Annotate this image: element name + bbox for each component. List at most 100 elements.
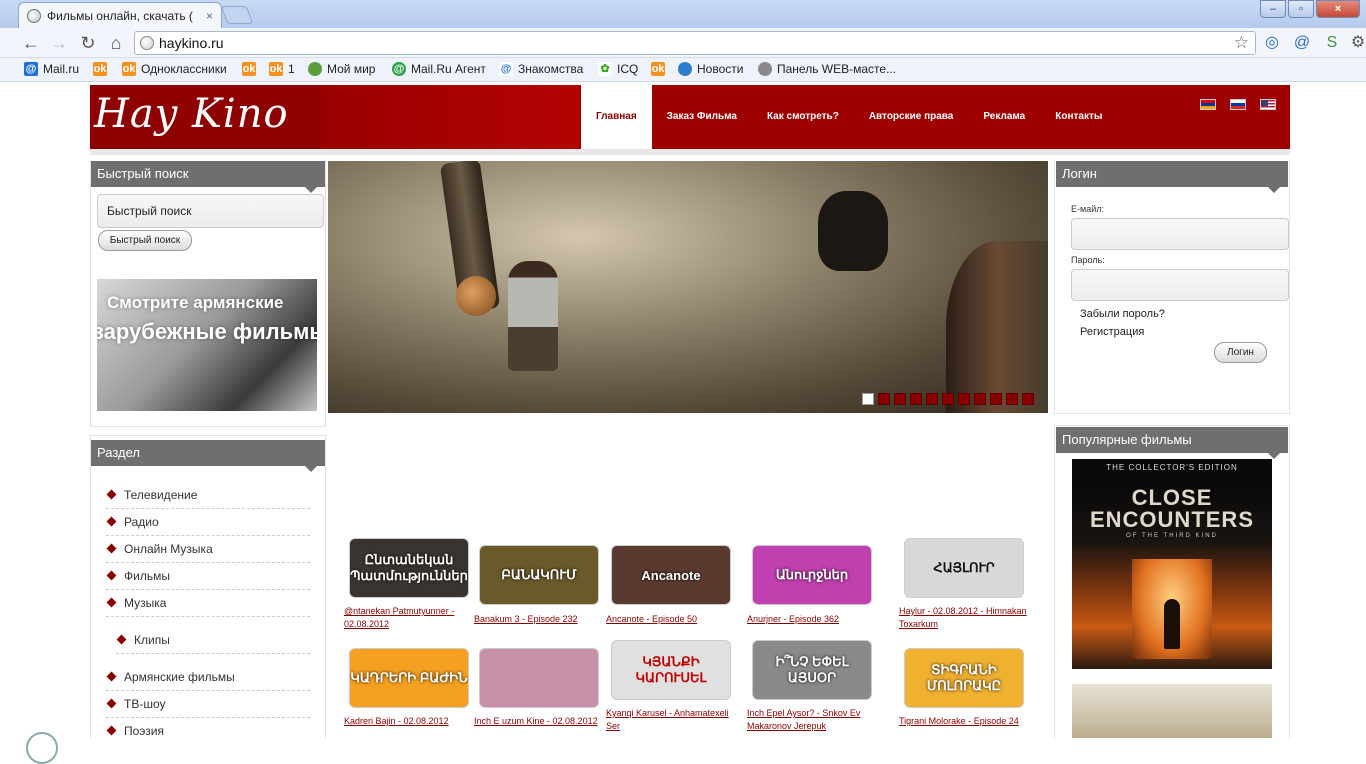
section-item-poetry[interactable]: Поэзия [106,718,310,738]
thumbnail[interactable]: Ընտանեկան Պատմություններ [349,538,469,598]
nav-how-to-watch[interactable]: Как смотреть? [752,85,854,149]
bookmark-odnoklassniki-2[interactable]: ok Одноклассники [122,62,227,76]
tab-close-icon[interactable]: × [206,9,213,23]
email-label: E-майл: [1071,204,1104,214]
english-flag-icon[interactable] [1260,99,1276,110]
password-field[interactable] [1071,269,1289,301]
register-link[interactable]: Регистрация [1080,326,1144,338]
promo-banner[interactable]: Смотрите армянские зарубежные фильмы [97,279,317,411]
thumbnail-caption[interactable]: Kadreri Bajin - 02.08.2012 [344,715,479,728]
section-item-films[interactable]: Фильмы [106,563,310,590]
back-icon[interactable]: ← [20,32,42,54]
nav-advertising[interactable]: Реклама [968,85,1040,149]
bookmark-odnoklassniki-4[interactable]: ok 1 [269,62,295,76]
bookmark-label: Панель WEB-масте... [777,62,897,76]
thumbnail[interactable]: Անուրջներ [752,545,872,605]
site-logo[interactable]: Hay Kino [94,91,289,137]
popular-title: Популярные фильмы [1056,427,1288,459]
slider-image-detail [946,241,1048,413]
slider-dot[interactable] [942,393,954,405]
slider-dot[interactable] [862,393,874,405]
thumbnail[interactable]: ԿԱԴՐԵՐԻ ԲԱԺԻՆ [349,648,469,708]
forgot-password-link[interactable]: Забыли пороль? [1080,308,1165,320]
section-item-online-music[interactable]: Онлайн Музыка [106,536,310,563]
mail-extension-icon[interactable]: @ [1292,33,1312,53]
movie-poster[interactable] [1072,684,1272,738]
quick-search-input[interactable]: Быстрый поиск [97,194,324,228]
section-item-armenian-films[interactable]: Армянские фильмы [106,664,310,691]
movie-poster[interactable]: THE COLLECTOR'S EDITION CLOSE ENCOUNTERS… [1072,459,1272,669]
bookmark-odnoklassniki-1[interactable]: ok [93,62,112,76]
thumbnail-caption[interactable]: Tigrani Molorake - Episode 24 [899,715,1039,728]
slider-dot[interactable] [878,393,890,405]
section-item-tv-show[interactable]: ТВ-шоу [106,691,310,718]
nav-copyright[interactable]: Авторские права [854,85,969,149]
bookmark-znakomstva[interactable]: @ Знакомства [499,62,583,76]
russian-flag-icon[interactable] [1230,99,1246,110]
thumbnail-caption[interactable]: Haylur - 02.08.2012 - Himnakan Toxarkum [899,605,1029,631]
bookmark-news[interactable]: Новости [678,62,743,76]
poster-edition: THE COLLECTOR'S EDITION [1106,463,1238,472]
bookmark-star-icon[interactable]: ☆ [1234,33,1249,53]
thumbnail-caption[interactable]: Ancanote - Episode 50 [606,613,736,626]
slider-dot[interactable] [1022,393,1034,405]
news-icon [678,62,692,76]
thumbnail-caption[interactable]: Anurjner - Episode 362 [747,613,877,626]
home-icon[interactable]: ⌂ [105,32,127,54]
thumbnail-caption[interactable]: Banakum 3 - Episode 232 [474,613,604,626]
skype-extension-icon[interactable]: S [1322,33,1342,53]
section-item-clips[interactable]: Клипы [116,627,310,654]
extension-icon[interactable]: ◎ [1262,33,1282,53]
thumbnail[interactable]: Ի՞ՆՉ ԵՓԵԼ ԱՅՍՕՐ [752,640,872,700]
scroll-indicator-icon [26,732,58,764]
email-field[interactable] [1071,218,1289,250]
thumbnail[interactable] [479,648,599,708]
thumbnail[interactable]: Ancanote [611,545,731,605]
thumbnail[interactable]: ԲԱՆԱԿՈՒՄ [479,545,599,605]
bookmark-moy-mir[interactable]: Мой мир [308,62,375,76]
thumbnail-caption[interactable]: Kyanqi Karusel - Anhamatexeli Ser [606,707,741,733]
bookmark-mail-agent[interactable]: @ Mail.Ru Агент [392,62,486,76]
quick-search-button[interactable]: Быстрый поиск [98,230,192,251]
featured-slider[interactable] [328,161,1048,413]
slider-dot[interactable] [974,393,986,405]
wrench-icon[interactable]: ⚙ [1348,33,1366,53]
bookmark-web-master[interactable]: Панель WEB-масте... [758,62,896,76]
section-list: Телевидение Радио Онлайн Музыка Фильмы М… [106,482,310,738]
site-header: Hay Kino Главная Заказ Фильма Как смотре… [90,85,1290,149]
slider-dot[interactable] [958,393,970,405]
thumbnail-caption[interactable]: Inch Epel Aysor? - Snkov Ev Makaronov Je… [747,707,882,733]
thumbnail[interactable]: ԿՅԱՆՔԻ ԿԱՐՈՒՍԵԼ [611,640,731,700]
armenian-flag-icon[interactable] [1200,99,1216,110]
thumbnail[interactable]: ՏԻԳՐԱՆԻ ՄՈԼՈՐԱԿԸ [904,648,1024,708]
thumbnail[interactable]: ՀԱՅԼՈՒՐ [904,538,1024,598]
forward-icon[interactable]: → [48,32,70,54]
thumbnail-caption[interactable]: Inch E uzum Kine - 02.08.2012 [474,715,609,728]
nav-contacts[interactable]: Контакты [1040,85,1117,149]
reload-icon[interactable]: ↻ [77,32,99,54]
address-bar[interactable]: haykino.ru ☆ [134,31,1256,55]
bookmark-mail-ru[interactable]: @ Mail.ru [24,62,79,76]
maximize-button[interactable]: ▫ [1288,0,1314,18]
section-item-radio[interactable]: Радио [106,509,310,536]
minimize-button[interactable]: – [1260,0,1286,18]
poster-title: CLOSE ENCOUNTERS [1089,485,1254,532]
nav-home[interactable]: Главная [581,85,652,149]
browser-tab[interactable]: Фильмы онлайн, скачать ( × [18,2,222,28]
nav-order-film[interactable]: Заказ Фильма [652,85,752,149]
close-window-button[interactable]: × [1316,0,1360,18]
thumbnail-caption[interactable]: @ntanekan Patmutyunner - 02.08.2012 [344,605,474,631]
bookmark-odnoklassniki-5[interactable]: ok [651,62,670,76]
bookmark-icq[interactable]: ✿ ICQ [598,62,638,76]
section-item-tv[interactable]: Телевидение [106,482,310,509]
slider-dot[interactable] [990,393,1002,405]
slider-dot[interactable] [1006,393,1018,405]
logo-area[interactable]: Hay Kino [90,85,320,149]
slider-dot[interactable] [910,393,922,405]
bookmark-odnoklassniki-3[interactable]: ok [242,62,261,76]
section-item-music[interactable]: Музыка [106,590,310,617]
slider-dot[interactable] [894,393,906,405]
new-tab-button[interactable] [220,6,254,24]
slider-dot[interactable] [926,393,938,405]
login-button[interactable]: Логин [1214,342,1267,363]
